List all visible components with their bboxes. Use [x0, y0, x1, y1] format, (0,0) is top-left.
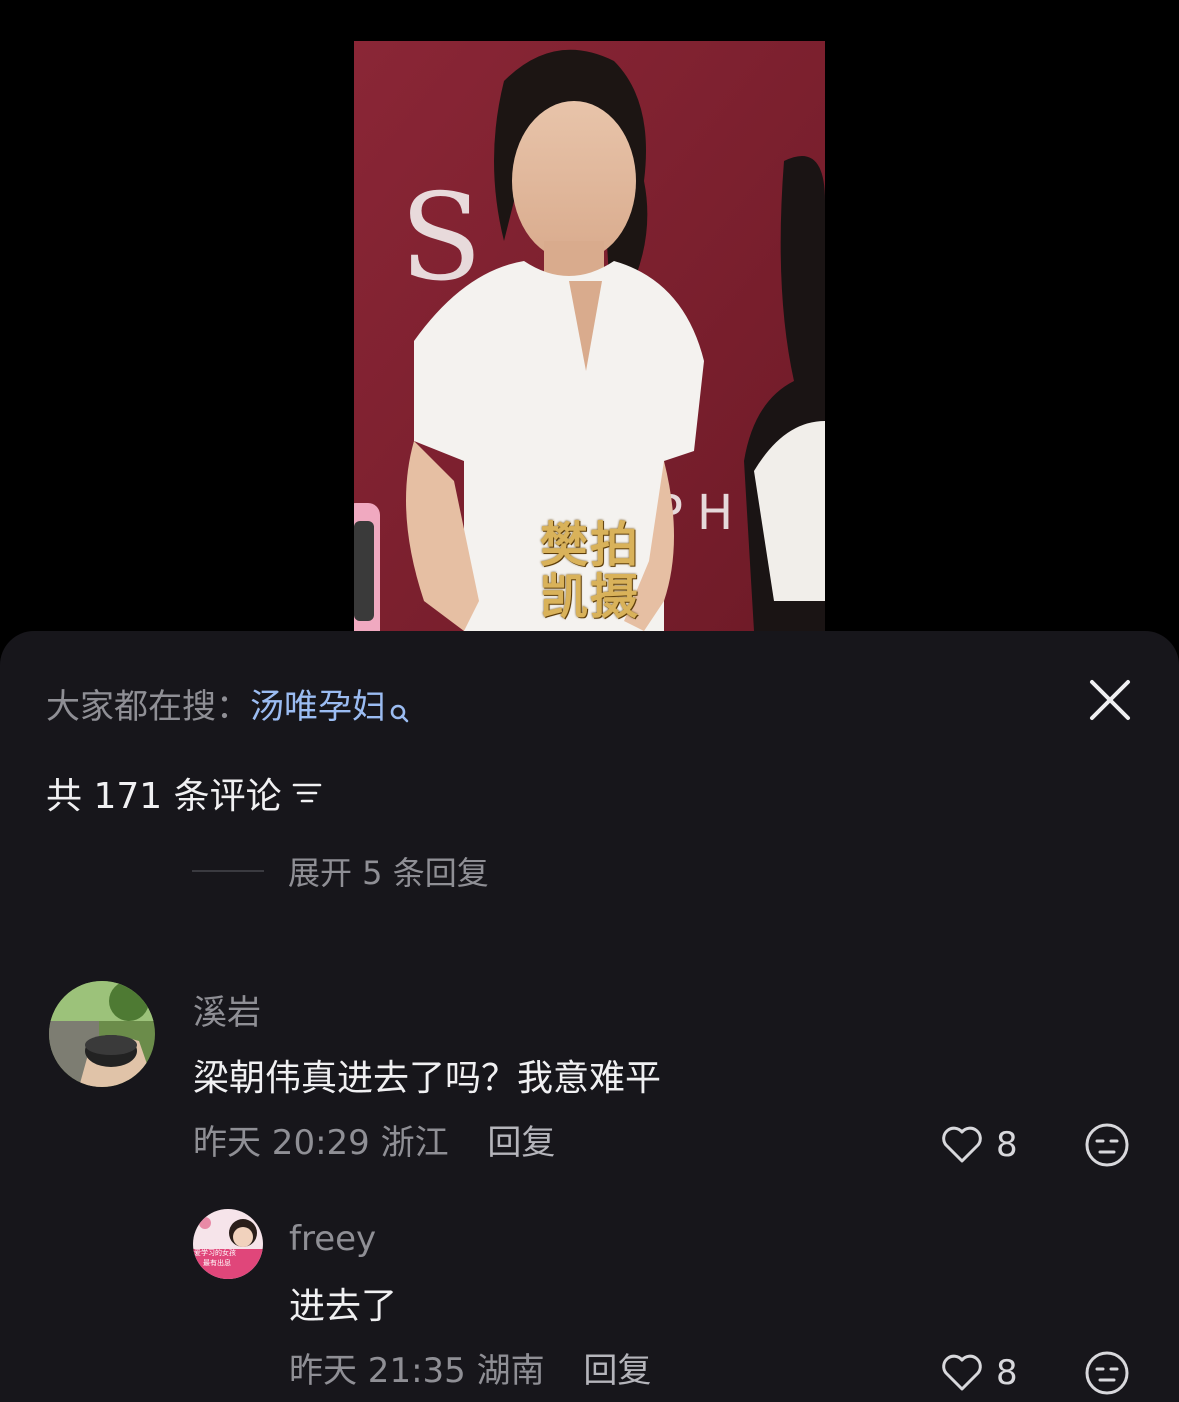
comment-time: 昨天 20:29: [193, 1123, 370, 1163]
comment-username[interactable]: 溪岩: [193, 991, 261, 1035]
comment-location: 湖南: [476, 1351, 545, 1391]
trending-search[interactable]: 大家都在搜：汤唯孕妇: [46, 681, 410, 743]
sort-icon[interactable]: [292, 769, 322, 821]
comments-count-header: 共 171 条评论: [46, 771, 322, 823]
comments-count: 共 171 条评论: [46, 776, 282, 817]
like-count: 8: [996, 1353, 1018, 1393]
comment-location: 浙江: [380, 1123, 449, 1163]
comment-time: 昨天 21:35: [289, 1351, 466, 1391]
like-button[interactable]: 8: [938, 1349, 1018, 1397]
avatar[interactable]: [49, 981, 155, 1087]
expand-replies-label: 展开 5 条回复: [288, 854, 489, 892]
avatar-caption-2: 最有出息: [203, 1259, 231, 1267]
heart-icon: [942, 1126, 982, 1163]
comment-meta: 昨天 20:29 浙江 回复: [193, 1121, 555, 1165]
comment-meta: 昨天 21:35 湖南 回复: [289, 1349, 651, 1393]
reply-item: 爱学习的女孩 最有出息 freey 进去了 昨天 21:35 湖南 回复 8: [0, 1209, 1179, 1399]
comments-panel: 大家都在搜：汤唯孕妇 共 171 条评论 展开 5 条回复 溪岩 梁朝伟真进去了…: [0, 631, 1179, 1402]
comment-text: 进去了: [289, 1286, 398, 1327]
comment-text: 梁朝伟真进去了吗？我意难平: [193, 1058, 662, 1099]
trending-search-prefix: 大家都在搜：: [46, 687, 250, 727]
reply-button[interactable]: 回复: [487, 1123, 555, 1163]
expand-divider: [192, 870, 264, 872]
avatar[interactable]: 爱学习的女孩 最有出息: [193, 1209, 263, 1279]
emoji-reaction-icon[interactable]: [1083, 1121, 1131, 1169]
avatar-caption-1: 爱学习的女孩: [194, 1249, 236, 1257]
close-icon[interactable]: [1087, 677, 1133, 723]
comment-item: 溪岩 梁朝伟真进去了吗？我意难平 昨天 20:29 浙江 回复 8: [0, 981, 1179, 1167]
trending-search-term[interactable]: 汤唯孕妇: [250, 687, 386, 727]
like-button[interactable]: 8: [938, 1121, 1018, 1169]
emoji-reaction-icon[interactable]: [1083, 1349, 1131, 1397]
comment-username[interactable]: freey: [289, 1217, 376, 1261]
video-watermark: 樊拍 凯摄: [539, 517, 640, 625]
video-thumbnail[interactable]: S PH 樊拍 凯摄: [354, 41, 825, 631]
heart-icon: [942, 1354, 982, 1391]
reply-button[interactable]: 回复: [583, 1351, 651, 1391]
search-icon: [388, 691, 410, 743]
expand-replies[interactable]: 展开 5 条回复: [192, 853, 792, 893]
like-count: 8: [996, 1125, 1018, 1165]
